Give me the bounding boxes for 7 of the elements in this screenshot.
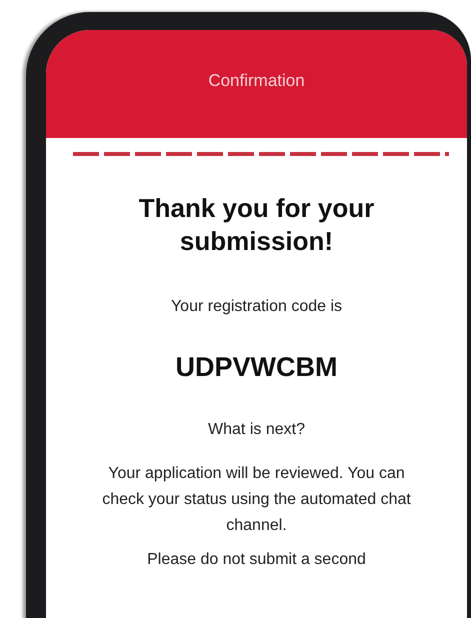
heading: Thank you for your submission!	[138, 192, 376, 258]
code-label: Your registration code is	[170, 298, 342, 316]
notice-text: Please do not submit a second	[146, 551, 367, 569]
next-heading: What is next?	[208, 421, 305, 439]
registration-code: UDPVWCBM	[176, 352, 338, 383]
next-steps-text: Your application will be reviewed. You can check your status using the automated chat channel.	[101, 464, 412, 536]
header-title: Confirmation	[208, 71, 305, 92]
